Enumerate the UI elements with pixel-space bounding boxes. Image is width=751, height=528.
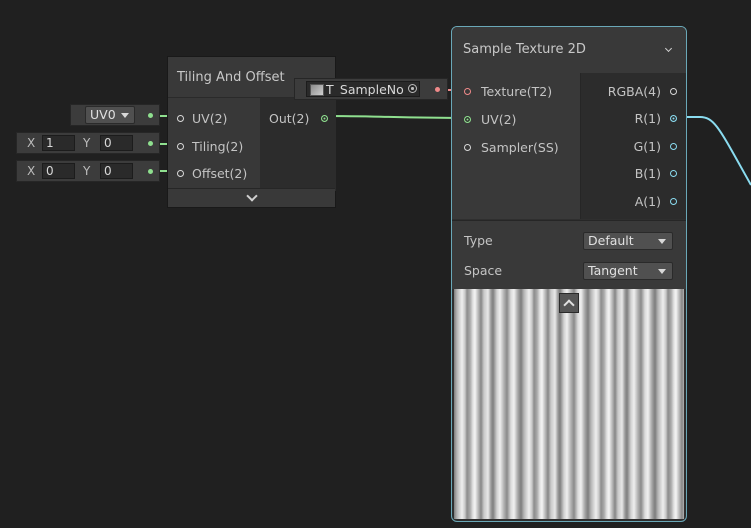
tiling-x-input[interactable]: 1	[42, 135, 75, 151]
port-circle-icon[interactable]	[670, 114, 677, 122]
tiling-x-label: X	[27, 136, 36, 150]
expand-toggle[interactable]	[168, 188, 335, 207]
node-title: Sample Texture 2D	[463, 42, 586, 57]
port-circle-icon[interactable]	[464, 115, 471, 123]
offset-field: X 0 Y 0	[16, 160, 160, 182]
port-circle-icon[interactable]	[670, 87, 677, 95]
port-circle-icon[interactable]	[177, 169, 184, 177]
output-port-out[interactable]: Out(2)	[269, 110, 329, 126]
port-circle-icon[interactable]	[670, 169, 677, 177]
uv-channel-dropdown[interactable]: UV0	[85, 106, 135, 124]
tiling-field: X 1 Y 0	[16, 132, 160, 154]
offset-x-input[interactable]: 0	[42, 163, 75, 179]
texture-preview	[454, 289, 684, 519]
port-connector-dot	[148, 113, 153, 118]
texture-asset-field[interactable]: T_SampleNo	[294, 78, 448, 100]
type-label: Type	[464, 233, 493, 248]
output-ports: RGBA(4) R(1) G(1) B(1) A(1)	[580, 73, 686, 219]
port-circle-icon[interactable]	[464, 143, 471, 151]
space-value: Tangent	[588, 263, 638, 278]
texture-field-box[interactable]: T_SampleNo	[306, 81, 420, 97]
texture-name: T_SampleNo	[326, 82, 404, 97]
collapse-preview-button[interactable]	[559, 293, 579, 313]
input-port-tiling[interactable]: Tiling(2)	[177, 138, 243, 154]
node-title: Tiling And Offset	[177, 70, 285, 85]
port-label: Offset(2)	[192, 165, 248, 181]
port-connector-dot	[435, 87, 440, 92]
port-label: UV(2)	[192, 110, 228, 126]
port-label: Tiling(2)	[192, 138, 244, 154]
port-circle-icon[interactable]	[670, 197, 677, 205]
port-circle-icon[interactable]	[464, 87, 471, 95]
output-port-rgba[interactable]: RGBA(4)	[608, 83, 677, 99]
node-properties: Type Default Space Tangent	[452, 220, 686, 289]
tiling-y-label: Y	[83, 136, 91, 150]
port-label: Out(2)	[269, 110, 310, 126]
chevron-down-icon	[246, 190, 258, 202]
port-label: G(1)	[633, 138, 661, 154]
output-port-b[interactable]: B(1)	[635, 165, 677, 181]
texture-thumbnail-icon	[310, 84, 324, 96]
port-connector-dot	[148, 141, 153, 146]
port-label: UV(2)	[481, 111, 517, 127]
offset-y-input[interactable]: 0	[100, 163, 133, 179]
chevron-down-icon[interactable]	[664, 44, 673, 53]
space-label: Space	[464, 263, 503, 278]
output-ports: Out(2)	[260, 97, 336, 191]
offset-x-label: X	[27, 164, 36, 178]
chevron-down-icon	[658, 269, 666, 274]
port-label: Texture(T2)	[481, 83, 553, 99]
wire-out-to-uv	[323, 115, 468, 119]
uv-channel-value: UV0	[90, 107, 116, 122]
node-header[interactable]: Sample Texture 2D	[452, 27, 686, 74]
port-label: B(1)	[634, 165, 661, 181]
output-port-g[interactable]: G(1)	[634, 138, 677, 154]
offset-y-label: Y	[83, 164, 91, 178]
type-value: Default	[588, 233, 634, 248]
port-label: Sampler(SS)	[481, 139, 559, 155]
input-port-offset[interactable]: Offset(2)	[177, 165, 247, 181]
output-port-a[interactable]: A(1)	[635, 193, 677, 209]
port-label: RGBA(4)	[607, 83, 661, 99]
port-circle-icon[interactable]	[177, 114, 184, 122]
port-label: A(1)	[634, 193, 661, 209]
port-circle-icon[interactable]	[177, 142, 184, 150]
input-ports: UV(2) Tiling(2) Offset(2)	[168, 97, 260, 191]
chevron-down-icon	[121, 113, 129, 118]
port-circle-icon[interactable]	[321, 114, 329, 122]
port-connector-dot	[148, 169, 153, 174]
tiling-y-input[interactable]: 0	[100, 135, 133, 151]
type-dropdown[interactable]: Default	[583, 232, 673, 250]
chevron-down-icon	[658, 239, 666, 244]
input-port-uv[interactable]: UV(2)	[464, 111, 516, 127]
object-picker-icon[interactable]	[408, 84, 417, 93]
input-port-texture[interactable]: Texture(T2)	[464, 83, 552, 99]
input-port-uv[interactable]: UV(2)	[177, 110, 227, 126]
sample-texture-2d-node[interactable]: Sample Texture 2D Texture(T2) UV(2) Samp…	[451, 26, 687, 522]
input-port-sampler[interactable]: Sampler(SS)	[464, 139, 559, 155]
port-circle-icon[interactable]	[670, 142, 677, 150]
space-dropdown[interactable]: Tangent	[583, 262, 673, 280]
port-label: R(1)	[634, 110, 661, 126]
output-port-r[interactable]: R(1)	[635, 110, 677, 126]
input-ports: Texture(T2) UV(2) Sampler(SS)	[452, 73, 580, 219]
uv-channel-field: UV0	[70, 104, 160, 126]
